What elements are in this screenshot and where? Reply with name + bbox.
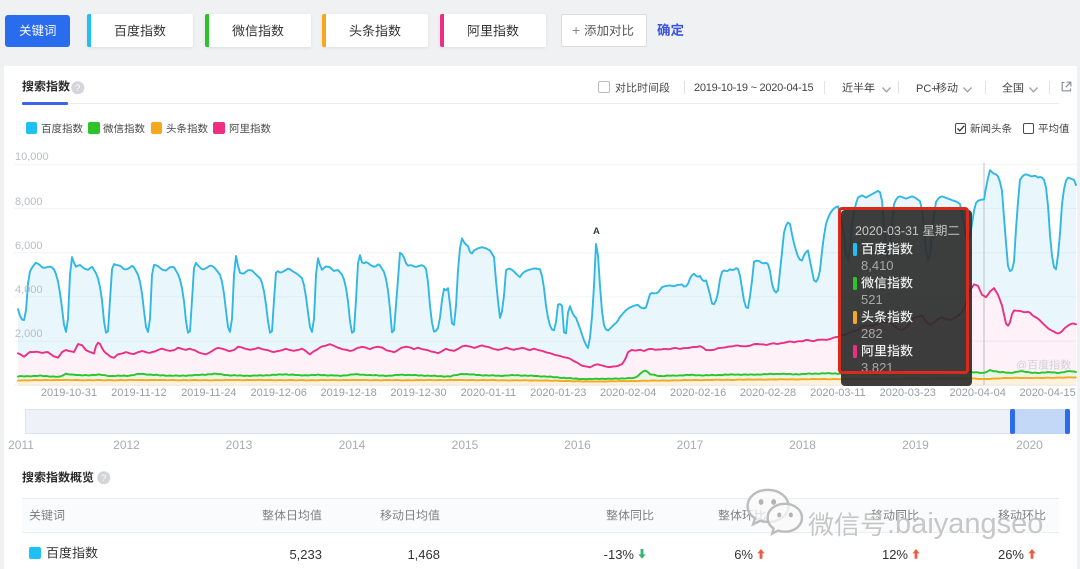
svg-text:?: ? [101, 473, 106, 484]
svg-text:?: ? [75, 83, 80, 94]
svg-text::baiyangseo: :baiyangseo [887, 508, 1043, 540]
